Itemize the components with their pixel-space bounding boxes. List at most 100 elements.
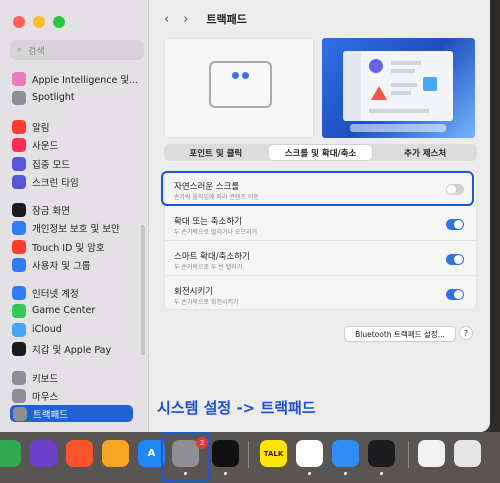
sidebar-item[interactable]: Touch ID 및 암호	[12, 238, 105, 255]
help-button[interactable]: ?	[459, 326, 473, 340]
capcut-icon[interactable]	[212, 440, 239, 467]
setting-description: 두 손가락으로 벌리거나 오므리기	[174, 229, 258, 236]
dock-running-indicator	[308, 472, 311, 475]
hourglass-icon	[12, 174, 26, 189]
sidebar-item-label: 잠금 화면	[32, 205, 70, 217]
kakaotalk-icon[interactable]: TALK	[260, 440, 287, 467]
sidebar-item-label: 알림	[32, 122, 50, 134]
wallet-icon	[12, 341, 26, 356]
trackpad-illustration	[209, 61, 272, 108]
keyboard-viewer-icon[interactable]	[454, 440, 481, 467]
dock-running-indicator	[344, 472, 347, 475]
sidebar-item-label: 스크린 타임	[32, 177, 79, 189]
bluetooth-trackpad-setup-button[interactable]: Bluetooth 트랙패드 설정...	[344, 326, 456, 342]
sidebar-item[interactable]: 잠금 화면	[12, 201, 70, 218]
sidebar-item-label: 사운드	[32, 140, 59, 152]
zoom-button[interactable]	[53, 16, 65, 28]
setting-label: 스마트 확대/축소하기	[174, 252, 250, 262]
rotate-toggle[interactable]	[446, 289, 464, 300]
setting-row-zoom-in-out: 확대 또는 축소하기 두 손가락으로 벌리거나 오므리기	[165, 206, 476, 241]
window-controls	[13, 16, 65, 28]
mail-icon[interactable]	[332, 440, 359, 467]
notification-badge: 2	[196, 437, 208, 449]
sidebar-item[interactable]: 개인정보 보호 및 보안	[12, 219, 120, 236]
lock-icon	[12, 202, 26, 217]
sidebar-item[interactable]: 사운드	[12, 136, 58, 153]
search-input[interactable]: ⌕ 검색	[10, 40, 144, 60]
dock: A TALK	[0, 432, 500, 483]
dock-separator	[408, 441, 409, 468]
sidebar-item[interactable]: iCloud	[12, 321, 62, 338]
close-button[interactable]	[13, 16, 25, 28]
sidebar-item[interactable]: Spotlight	[12, 89, 75, 106]
sidebar-item-label: 집중 모드	[32, 159, 70, 171]
trackpad-icon	[13, 406, 27, 421]
sidebar-item[interactable]: 스크린 타임	[12, 173, 79, 190]
trackpad-preview	[164, 38, 314, 138]
sidebar-item[interactable]: 알림	[12, 118, 49, 135]
tab-bar: 포인트 및 클릭 스크롤 및 확대/축소 추가 제스처	[164, 144, 477, 161]
demo-shape	[369, 59, 383, 73]
pages-icon[interactable]	[102, 440, 129, 467]
sidebar-item-label: 트랙패드	[33, 409, 68, 421]
tab-point-and-click[interactable]: 포인트 및 클릭	[164, 144, 268, 161]
dock-separator	[248, 441, 249, 468]
sidebar-item-label: iCloud	[32, 324, 62, 335]
scroll-demo-preview	[322, 38, 475, 138]
sidebar-item[interactable]: Game Center	[12, 302, 95, 319]
spotlight-icon	[12, 90, 26, 105]
demo-shape	[371, 86, 387, 100]
annotation-caption: 시스템 설정 -> 트랙패드	[157, 399, 316, 417]
speaker-icon	[12, 137, 26, 152]
preview-icon[interactable]	[418, 440, 445, 467]
sidebar-item-label: 지갑 및 Apple Pay	[32, 344, 112, 356]
sidebar-item[interactable]: 지갑 및 Apple Pay	[12, 340, 111, 357]
brave-icon[interactable]	[66, 440, 93, 467]
background-window-edge	[490, 0, 500, 432]
demo-window	[343, 51, 453, 121]
tab-scroll-and-zoom[interactable]: 스크롤 및 확대/축소	[268, 145, 373, 160]
sidebar-item-label: Game Center	[32, 305, 96, 316]
setting-label: 회전시키기	[174, 287, 214, 297]
sidebar-item-label: 사용자 및 그룹	[32, 260, 91, 272]
tab-more-gestures[interactable]: 추가 제스처	[373, 144, 477, 161]
search-placeholder: 검색	[28, 46, 45, 57]
mouse-icon	[12, 388, 26, 403]
smart-zoom-toggle[interactable]	[446, 254, 464, 265]
toolbar: ‹ › 트랙패드	[164, 11, 247, 27]
zoom-toggle[interactable]	[446, 219, 464, 230]
moon-icon	[12, 156, 26, 171]
minimize-button[interactable]	[33, 16, 45, 28]
sidebar-item-label: Apple Intelligence 및...	[32, 74, 139, 86]
forward-icon[interactable]: ›	[183, 12, 188, 27]
setting-description: 두 손가락으로 회전시키기	[174, 299, 239, 306]
demo-shape	[423, 77, 437, 91]
sidebar-item[interactable]: Apple Intelligence 및...	[12, 70, 138, 87]
stocks-icon[interactable]	[368, 440, 395, 467]
setting-description: 두 손가락으로 두 번 탭하기	[174, 264, 243, 271]
sidebar-scrollbar[interactable]	[141, 225, 145, 355]
sidebar-item[interactable]: 집중 모드	[12, 155, 70, 172]
keyboard-icon	[12, 370, 26, 385]
sidebar-item[interactable]: 마우스	[12, 387, 58, 404]
sidebar-item-label: 키보드	[32, 373, 59, 385]
setting-label: 확대 또는 축소하기	[174, 217, 242, 227]
sidebar-item[interactable]: 트랙패드	[10, 405, 133, 422]
finger-dot	[232, 72, 239, 79]
github-icon[interactable]	[30, 440, 57, 467]
numbers-icon[interactable]	[0, 440, 21, 467]
back-icon[interactable]: ‹	[164, 12, 169, 27]
system-settings-window: ⌕ 검색 Apple Intelligence 및... Spotlight 알림사…	[0, 0, 490, 432]
annotation-highlight-natural-scroll	[161, 171, 474, 206]
chrome-icon[interactable]	[296, 440, 323, 467]
sidebar-item[interactable]: 인터넷 계정	[12, 284, 79, 301]
setting-row-smart-zoom: 스마트 확대/축소하기 두 손가락으로 두 번 탭하기	[165, 241, 476, 276]
sidebar-item[interactable]: 사용자 및 그룹	[12, 256, 90, 273]
cloud-icon	[12, 322, 26, 337]
sidebar-item[interactable]: 키보드	[12, 369, 58, 386]
sidebar-item-label: Spotlight	[32, 92, 75, 103]
fingerprint-icon	[12, 239, 26, 254]
search-icon: ⌕	[17, 45, 23, 55]
sidebar-item-label: 마우스	[32, 391, 59, 403]
game-center-icon	[12, 303, 26, 318]
